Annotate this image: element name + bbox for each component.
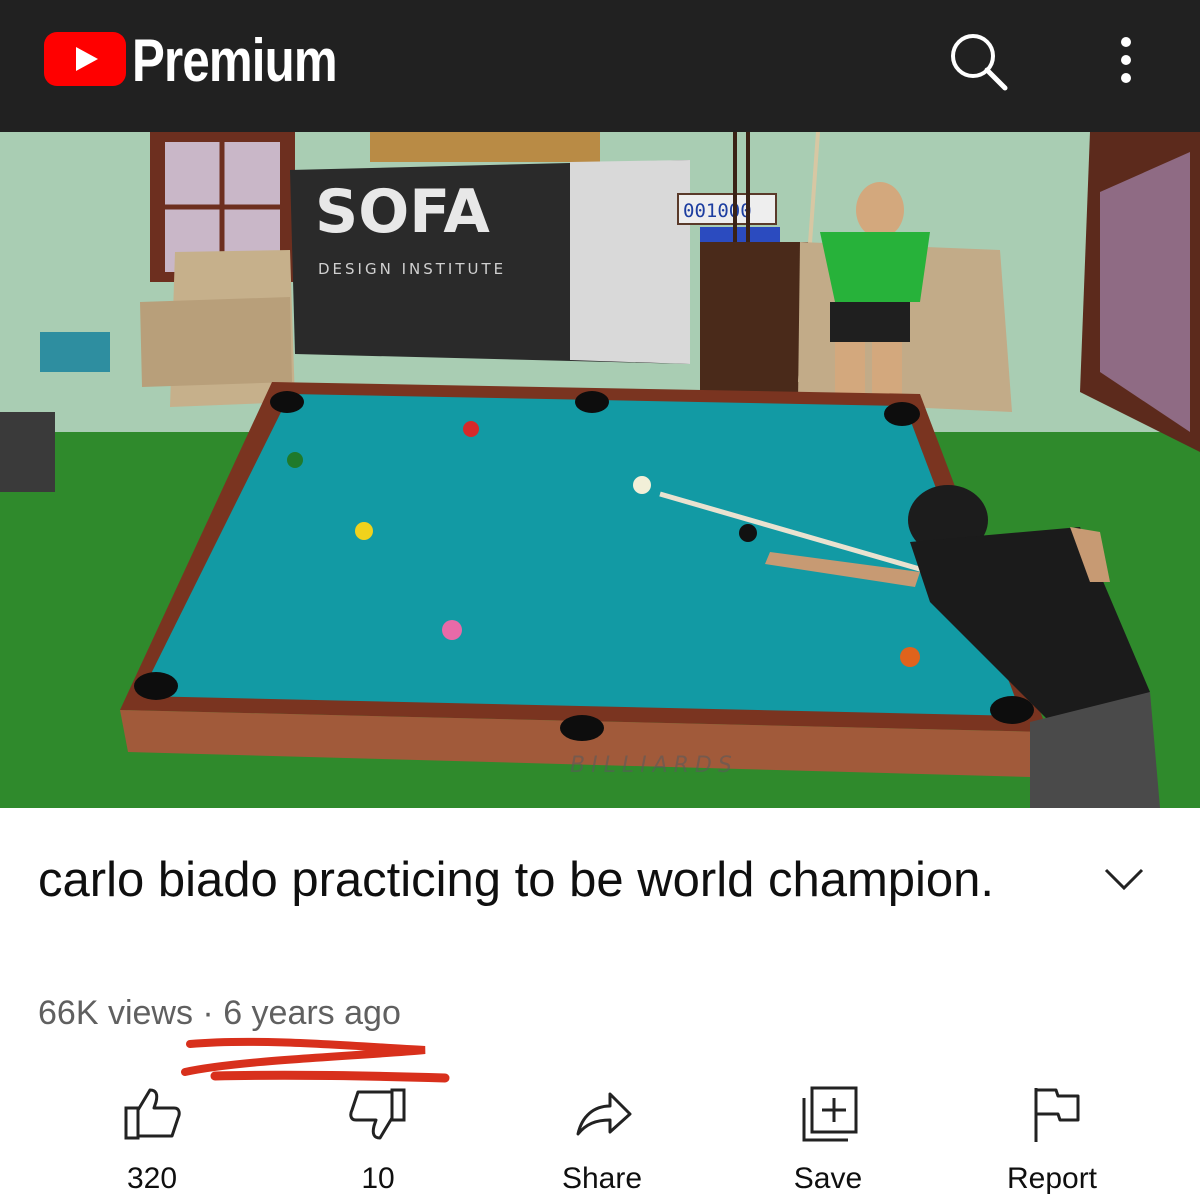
view-count: 66K views — [38, 994, 193, 1032]
share-label: Share — [561, 1162, 643, 1195]
scoreboard-value: 001000 — [683, 200, 752, 222]
search-icon[interactable] — [945, 30, 1011, 92]
dislike-count: 10 — [361, 1162, 395, 1195]
share-icon — [576, 1092, 632, 1136]
app-header: Premium — [0, 0, 1200, 132]
like-count: 320 — [126, 1162, 178, 1195]
video-meta: 66K views · 6 years ago — [38, 994, 401, 1033]
save-button[interactable]: Save — [788, 1084, 868, 1195]
more-vertical-icon[interactable] — [1108, 34, 1144, 88]
report-flag-icon — [1034, 1088, 1080, 1142]
video-player[interactable]: SOFA DESIGN INSTITUTE 001000 BILLIARDS — [0, 132, 1200, 808]
thumbs-down-icon — [349, 1088, 406, 1140]
video-title: carlo biado practicing to be world champ… — [38, 853, 995, 907]
banner-subtitle: DESIGN INSTITUTE — [318, 260, 506, 278]
save-to-playlist-icon — [802, 1086, 858, 1142]
chevron-down-icon[interactable] — [1100, 862, 1148, 898]
meta-separator: · — [192, 994, 224, 1032]
banner-title: SOFA — [315, 177, 490, 247]
like-button[interactable]: 320 — [112, 1084, 192, 1195]
thumbs-up-icon — [124, 1088, 181, 1140]
save-label: Save — [793, 1162, 863, 1195]
video-frame: SOFA DESIGN INSTITUTE 001000 BILLIARDS — [0, 132, 1200, 808]
report-button[interactable]: Report — [1007, 1084, 1097, 1195]
table-brand: BILLIARDS — [570, 753, 738, 778]
share-button[interactable]: Share — [562, 1084, 642, 1195]
red-underline-annotation — [181, 1037, 450, 1083]
brand-label: Premium — [132, 27, 338, 94]
dislike-button[interactable]: 10 — [338, 1084, 418, 1195]
upload-age: 6 years ago — [223, 994, 401, 1032]
report-label: Report — [1006, 1162, 1098, 1195]
youtube-logo-icon[interactable] — [44, 32, 126, 86]
